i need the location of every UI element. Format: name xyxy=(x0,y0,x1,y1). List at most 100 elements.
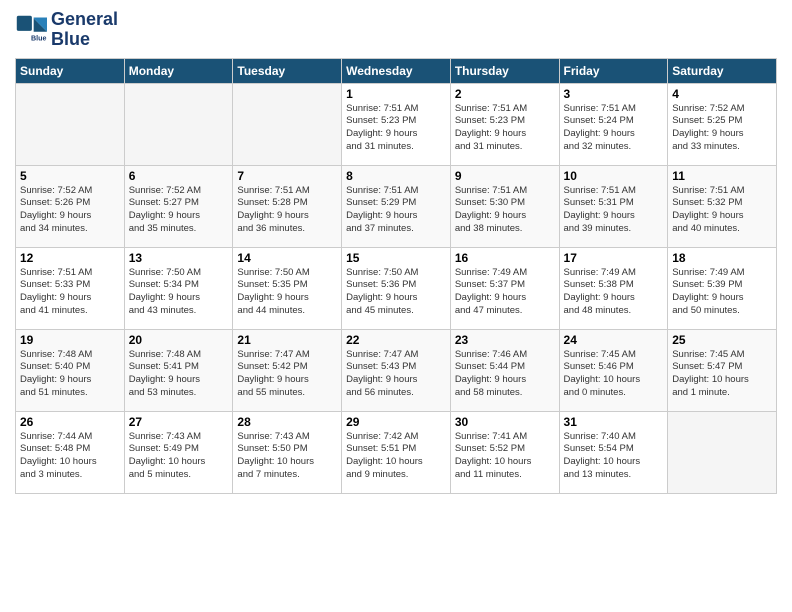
day-info: Sunrise: 7:43 AM Sunset: 5:50 PM Dayligh… xyxy=(237,431,337,482)
logo: Blue General Blue xyxy=(15,10,118,50)
day-info: Sunrise: 7:49 AM Sunset: 5:38 PM Dayligh… xyxy=(564,267,664,318)
day-number: 8 xyxy=(346,169,446,183)
calendar-cell: 28 Sunrise: 7:43 AM Sunset: 5:50 PM Dayli… xyxy=(233,411,342,493)
calendar-cell: 31 Sunrise: 7:40 AM Sunset: 5:54 PM Dayli… xyxy=(559,411,668,493)
calendar-cell: 26Sunrise: 7:44 AM Sunset: 5:48 PM Dayli… xyxy=(16,411,125,493)
calendar-cell: 1 Sunrise: 7:51 AM Sunset: 5:23 PM Daylig… xyxy=(342,83,451,165)
calendar-week-5: 26Sunrise: 7:44 AM Sunset: 5:48 PM Dayli… xyxy=(16,411,777,493)
calendar-table: Sunday Monday Tuesday Wednesday Thursday… xyxy=(15,58,777,494)
day-info: Sunrise: 7:49 AM Sunset: 5:37 PM Dayligh… xyxy=(455,267,555,318)
day-number: 17 xyxy=(564,251,664,265)
day-number: 7 xyxy=(237,169,337,183)
day-info: Sunrise: 7:51 AM Sunset: 5:31 PM Dayligh… xyxy=(564,185,664,236)
calendar-cell: 21 Sunrise: 7:47 AM Sunset: 5:42 PM Dayli… xyxy=(233,329,342,411)
day-number: 3 xyxy=(564,87,664,101)
day-number: 19 xyxy=(20,333,120,347)
calendar-cell: 16 Sunrise: 7:49 AM Sunset: 5:37 PM Dayli… xyxy=(450,247,559,329)
calendar-cell xyxy=(233,83,342,165)
th-tuesday: Tuesday xyxy=(233,58,342,83)
day-number: 1 xyxy=(346,87,446,101)
day-number: 4 xyxy=(672,87,772,101)
calendar-week-2: 5Sunrise: 7:52 AM Sunset: 5:26 PM Daylig… xyxy=(16,165,777,247)
day-info: Sunrise: 7:51 AM Sunset: 5:29 PM Dayligh… xyxy=(346,185,446,236)
calendar-cell: 25 Sunrise: 7:45 AM Sunset: 5:47 PM Dayli… xyxy=(668,329,777,411)
day-number: 6 xyxy=(129,169,229,183)
day-number: 10 xyxy=(564,169,664,183)
day-number: 30 xyxy=(455,415,555,429)
th-sunday: Sunday xyxy=(16,58,125,83)
day-info: Sunrise: 7:45 AM Sunset: 5:46 PM Dayligh… xyxy=(564,349,664,400)
calendar-cell xyxy=(668,411,777,493)
day-info: Sunrise: 7:42 AM Sunset: 5:51 PM Dayligh… xyxy=(346,431,446,482)
day-info: Sunrise: 7:52 AM Sunset: 5:25 PM Dayligh… xyxy=(672,103,772,154)
th-thursday: Thursday xyxy=(450,58,559,83)
calendar-cell: 23Sunrise: 7:46 AM Sunset: 5:44 PM Dayli… xyxy=(450,329,559,411)
day-info: Sunrise: 7:41 AM Sunset: 5:52 PM Dayligh… xyxy=(455,431,555,482)
logo-icon: Blue xyxy=(15,14,47,46)
calendar-cell: 4 Sunrise: 7:52 AM Sunset: 5:25 PM Daylig… xyxy=(668,83,777,165)
calendar-cell: 24 Sunrise: 7:45 AM Sunset: 5:46 PM Dayli… xyxy=(559,329,668,411)
th-monday: Monday xyxy=(124,58,233,83)
day-number: 18 xyxy=(672,251,772,265)
calendar-cell: 17 Sunrise: 7:49 AM Sunset: 5:38 PM Dayli… xyxy=(559,247,668,329)
day-number: 9 xyxy=(455,169,555,183)
calendar-cell: 29 Sunrise: 7:42 AM Sunset: 5:51 PM Dayli… xyxy=(342,411,451,493)
day-number: 25 xyxy=(672,333,772,347)
calendar-cell: 30 Sunrise: 7:41 AM Sunset: 5:52 PM Dayli… xyxy=(450,411,559,493)
calendar-cell: 18 Sunrise: 7:49 AM Sunset: 5:39 PM Dayli… xyxy=(668,247,777,329)
calendar-cell: 13 Sunrise: 7:50 AM Sunset: 5:34 PM Dayli… xyxy=(124,247,233,329)
day-info: Sunrise: 7:52 AM Sunset: 5:27 PM Dayligh… xyxy=(129,185,229,236)
day-info: Sunrise: 7:51 AM Sunset: 5:32 PM Dayligh… xyxy=(672,185,772,236)
day-info: Sunrise: 7:40 AM Sunset: 5:54 PM Dayligh… xyxy=(564,431,664,482)
calendar-week-4: 19Sunrise: 7:48 AM Sunset: 5:40 PM Dayli… xyxy=(16,329,777,411)
day-number: 29 xyxy=(346,415,446,429)
calendar-cell: 27 Sunrise: 7:43 AM Sunset: 5:49 PM Dayli… xyxy=(124,411,233,493)
header: Blue General Blue xyxy=(15,10,777,50)
day-number: 12 xyxy=(20,251,120,265)
calendar-cell: 15Sunrise: 7:50 AM Sunset: 5:36 PM Dayli… xyxy=(342,247,451,329)
day-info: Sunrise: 7:49 AM Sunset: 5:39 PM Dayligh… xyxy=(672,267,772,318)
calendar-cell xyxy=(16,83,125,165)
calendar-cell: 11 Sunrise: 7:51 AM Sunset: 5:32 PM Dayli… xyxy=(668,165,777,247)
day-info: Sunrise: 7:50 AM Sunset: 5:34 PM Dayligh… xyxy=(129,267,229,318)
day-number: 11 xyxy=(672,169,772,183)
header-row: Sunday Monday Tuesday Wednesday Thursday… xyxy=(16,58,777,83)
day-info: Sunrise: 7:45 AM Sunset: 5:47 PM Dayligh… xyxy=(672,349,772,400)
svg-text:Blue: Blue xyxy=(31,34,46,42)
day-number: 27 xyxy=(129,415,229,429)
day-info: Sunrise: 7:44 AM Sunset: 5:48 PM Dayligh… xyxy=(20,431,120,482)
day-number: 28 xyxy=(237,415,337,429)
day-number: 2 xyxy=(455,87,555,101)
page: Blue General Blue Sunday Monday Tuesday … xyxy=(0,0,792,612)
day-number: 16 xyxy=(455,251,555,265)
day-info: Sunrise: 7:47 AM Sunset: 5:43 PM Dayligh… xyxy=(346,349,446,400)
th-friday: Friday xyxy=(559,58,668,83)
day-info: Sunrise: 7:51 AM Sunset: 5:33 PM Dayligh… xyxy=(20,267,120,318)
calendar-cell: 3 Sunrise: 7:51 AM Sunset: 5:24 PM Daylig… xyxy=(559,83,668,165)
day-info: Sunrise: 7:47 AM Sunset: 5:42 PM Dayligh… xyxy=(237,349,337,400)
calendar-cell: 8 Sunrise: 7:51 AM Sunset: 5:29 PM Daylig… xyxy=(342,165,451,247)
calendar-cell: 9Sunrise: 7:51 AM Sunset: 5:30 PM Daylig… xyxy=(450,165,559,247)
day-number: 24 xyxy=(564,333,664,347)
calendar-cell: 2Sunrise: 7:51 AM Sunset: 5:23 PM Daylig… xyxy=(450,83,559,165)
calendar-cell: 10 Sunrise: 7:51 AM Sunset: 5:31 PM Dayli… xyxy=(559,165,668,247)
day-number: 20 xyxy=(129,333,229,347)
calendar-cell: 7Sunrise: 7:51 AM Sunset: 5:28 PM Daylig… xyxy=(233,165,342,247)
day-number: 21 xyxy=(237,333,337,347)
calendar-cell: 5Sunrise: 7:52 AM Sunset: 5:26 PM Daylig… xyxy=(16,165,125,247)
day-info: Sunrise: 7:51 AM Sunset: 5:24 PM Dayligh… xyxy=(564,103,664,154)
calendar-week-3: 12 Sunrise: 7:51 AM Sunset: 5:33 PM Dayli… xyxy=(16,247,777,329)
day-number: 31 xyxy=(564,415,664,429)
day-info: Sunrise: 7:50 AM Sunset: 5:36 PM Dayligh… xyxy=(346,267,446,318)
day-number: 14 xyxy=(237,251,337,265)
day-info: Sunrise: 7:46 AM Sunset: 5:44 PM Dayligh… xyxy=(455,349,555,400)
calendar-cell: 14 Sunrise: 7:50 AM Sunset: 5:35 PM Dayli… xyxy=(233,247,342,329)
day-number: 13 xyxy=(129,251,229,265)
day-info: Sunrise: 7:43 AM Sunset: 5:49 PM Dayligh… xyxy=(129,431,229,482)
day-info: Sunrise: 7:52 AM Sunset: 5:26 PM Dayligh… xyxy=(20,185,120,236)
day-number: 22 xyxy=(346,333,446,347)
day-info: Sunrise: 7:50 AM Sunset: 5:35 PM Dayligh… xyxy=(237,267,337,318)
calendar-cell xyxy=(124,83,233,165)
calendar-cell: 6 Sunrise: 7:52 AM Sunset: 5:27 PM Daylig… xyxy=(124,165,233,247)
day-info: Sunrise: 7:51 AM Sunset: 5:23 PM Dayligh… xyxy=(346,103,446,154)
